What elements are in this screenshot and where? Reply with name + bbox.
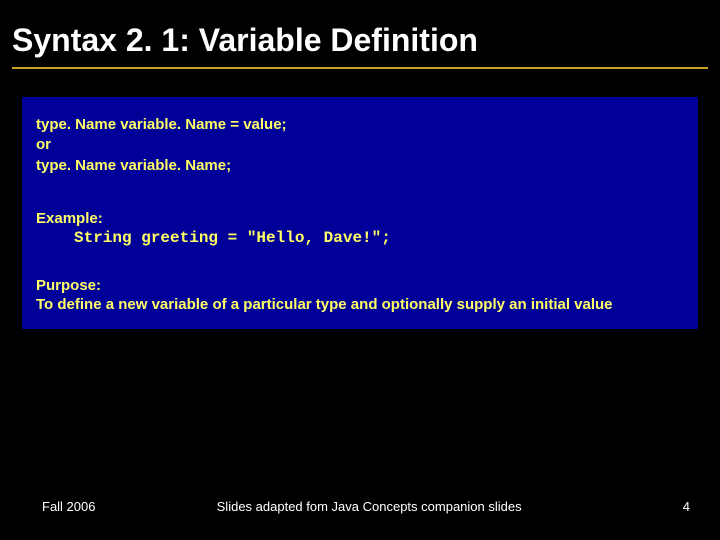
slide-title: Syntax 2. 1: Variable Definition — [0, 0, 720, 67]
purpose-label: Purpose: — [36, 277, 684, 294]
footer: Fall 2006 Slides adapted fom Java Concep… — [0, 499, 720, 514]
slide: Syntax 2. 1: Variable Definition type. N… — [0, 0, 720, 540]
purpose-text: To define a new variable of a particular… — [36, 296, 684, 313]
title-divider — [12, 67, 708, 69]
page-number: 4 — [683, 499, 690, 514]
footer-credit: Slides adapted fom Java Concepts compani… — [95, 499, 682, 514]
content-panel: type. Name variable. Name = value; or ty… — [22, 97, 698, 329]
syntax-block: type. Name variable. Name = value; or ty… — [36, 115, 684, 176]
example-label: Example: — [36, 210, 684, 227]
example-code: String greeting = "Hello, Dave!"; — [36, 229, 684, 247]
footer-term: Fall 2006 — [42, 499, 95, 514]
purpose-section: Purpose: To define a new variable of a p… — [36, 277, 684, 313]
example-section: Example: String greeting = "Hello, Dave!… — [36, 210, 684, 247]
